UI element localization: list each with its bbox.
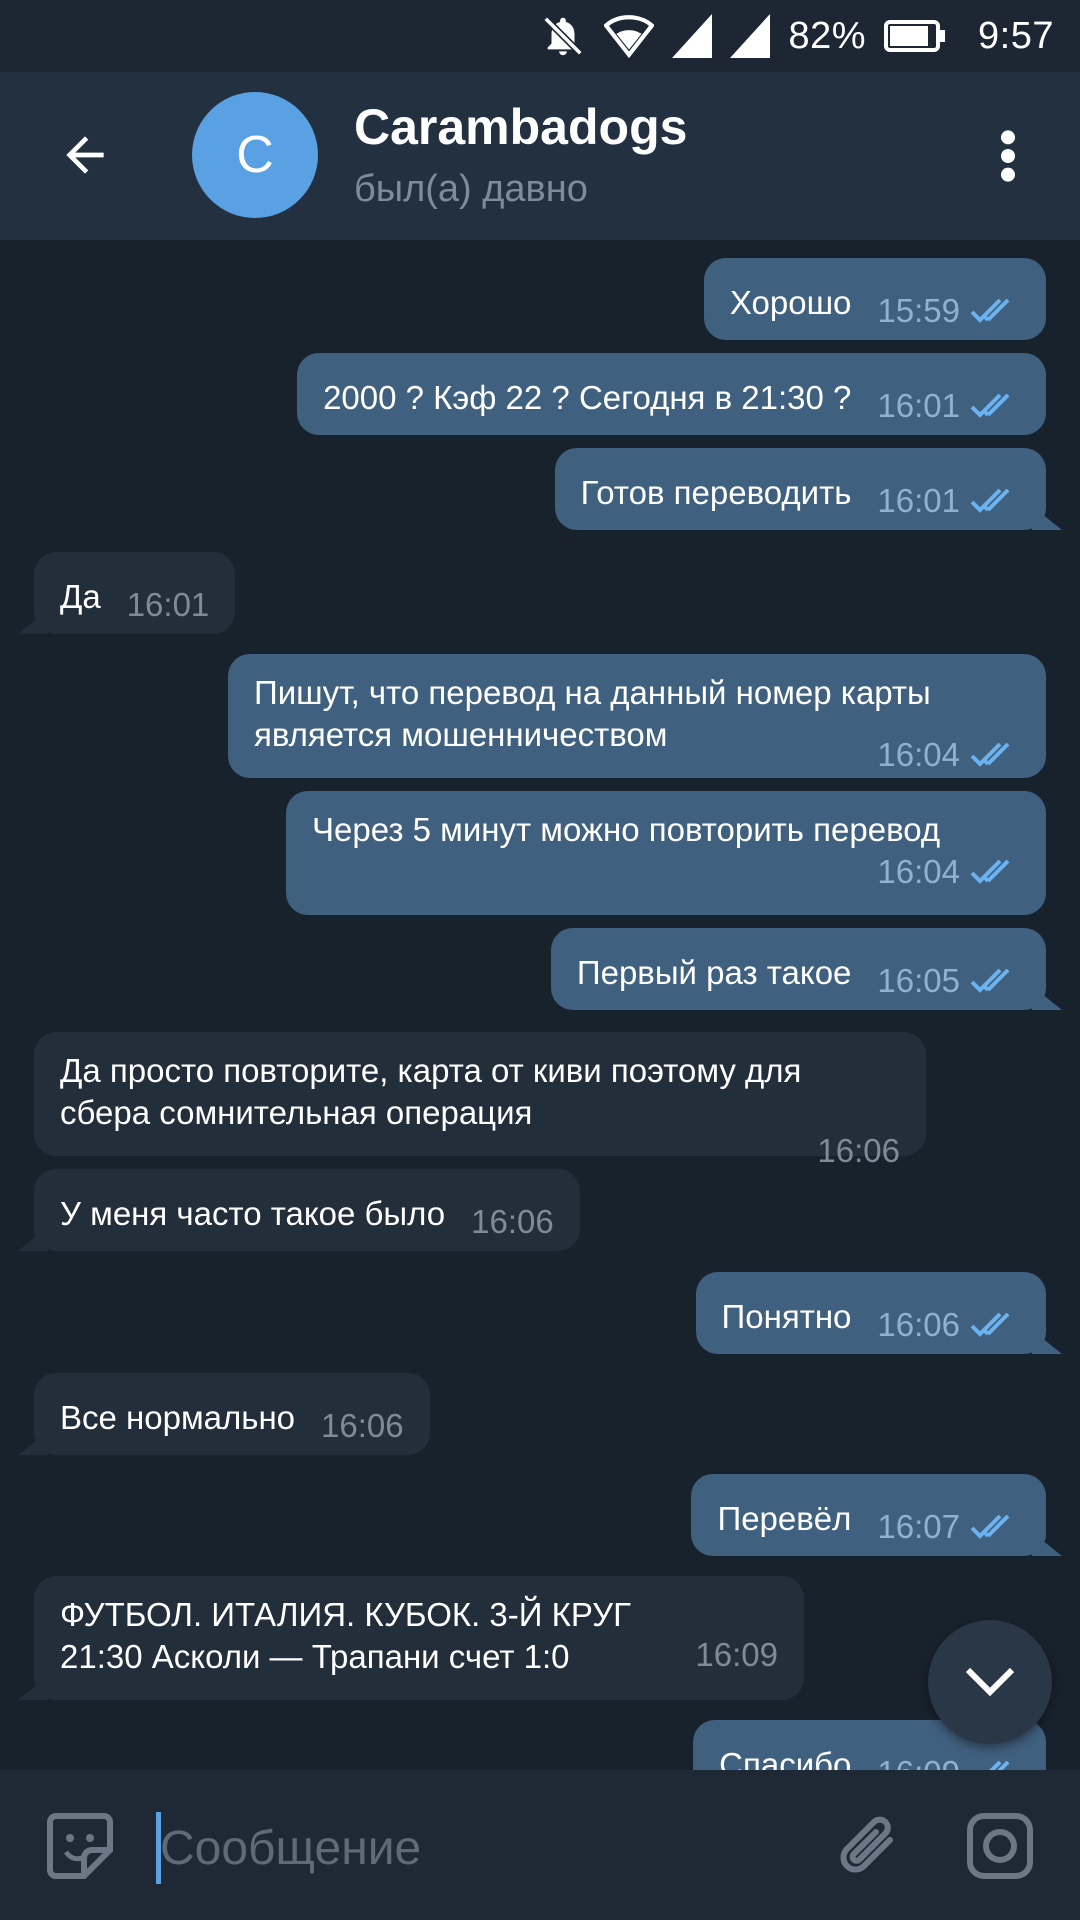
chat-status: был(а) давно <box>354 168 588 210</box>
double-check-icon <box>970 393 1010 418</box>
message-text: Готов переводить <box>580 474 852 511</box>
message-time: 16:09 <box>695 1636 778 1673</box>
message-text: Спасибо <box>719 1746 852 1770</box>
message-time: 16:06 <box>817 1132 900 1169</box>
more-vert-icon <box>1001 130 1015 182</box>
double-check-icon <box>970 968 1010 993</box>
message-text: Хорошо <box>729 284 852 321</box>
wifi-icon <box>604 13 655 59</box>
signal-icon-2 <box>730 13 771 59</box>
message-bubble[interactable]: Все нормально 16:06 <box>18 1373 430 1455</box>
message-time: 16:04 <box>877 853 960 890</box>
sticker-icon <box>47 1813 113 1879</box>
message-input-bar <box>0 1770 1080 1920</box>
message-bubble[interactable]: 2000 ? Кэф 22 ? Сегодня в 21:30 ? 16:01 <box>297 353 1046 435</box>
message-time: 16:07 <box>877 1508 960 1545</box>
message-text: Да <box>60 578 101 615</box>
clock: 9:57 <box>978 14 1054 57</box>
message-input[interactable] <box>160 1812 800 1884</box>
message-time: 16:06 <box>471 1203 554 1240</box>
message-bubble[interactable]: Да 16:01 <box>18 552 236 634</box>
message-time: 16:01 <box>126 586 210 623</box>
message-time: 16:06 <box>321 1407 404 1444</box>
camera-icon <box>967 1813 1033 1879</box>
message-time: 15:59 <box>877 292 960 329</box>
emoji-button[interactable] <box>44 1810 116 1882</box>
message-time: 16:06 <box>877 1306 960 1343</box>
message-bubble[interactable]: Понятно 16:06 <box>695 1272 1062 1354</box>
chat-header: C Carambadogs был(а) давно <box>0 72 1080 240</box>
status-bar: 82% 9:57 <box>0 0 1080 72</box>
message-bubble[interactable]: Хорошо 15:59 <box>703 258 1046 340</box>
double-check-icon <box>989 1760 1010 1770</box>
battery-percent: 82% <box>788 14 867 57</box>
message-bubble[interactable]: Через 5 минут можно повторить перевод 16… <box>286 791 1046 915</box>
message-bubble[interactable]: У меня часто такое было 16:06 <box>18 1169 580 1251</box>
signal-icon <box>672 13 713 59</box>
double-check-icon <box>970 859 1010 884</box>
message-text: Перевёл <box>717 1500 852 1537</box>
double-check-icon <box>970 742 1010 767</box>
arrow-left-icon <box>66 136 104 174</box>
message-list[interactable]: Хорошо 15:59 2000 ? Кэф 22 ? Сегодня в 2… <box>0 240 1080 1770</box>
chat-title[interactable]: Carambadogs <box>354 98 687 156</box>
message-time: 16:01 <box>877 387 960 424</box>
back-button[interactable] <box>50 120 120 190</box>
scroll-down-button[interactable] <box>928 1620 1052 1744</box>
more-options-button[interactable] <box>980 120 1036 192</box>
message-bubble[interactable]: Перевёл 16:07 <box>691 1474 1062 1556</box>
message-text: Первый раз такое <box>576 954 852 991</box>
double-check-icon <box>970 488 1010 513</box>
attach-button[interactable] <box>830 1808 910 1888</box>
avatar-letter: C <box>236 126 274 184</box>
chevron-down-icon <box>965 1667 1015 1697</box>
message-text: Через 5 минут можно повторить перевод <box>312 811 941 848</box>
message-bubble[interactable]: Готов переводить 16:01 <box>554 448 1062 530</box>
avatar[interactable]: C <box>192 92 318 218</box>
notifications-off-icon <box>540 13 586 59</box>
message-bubble[interactable]: Да просто повторите, карта от киви поэто… <box>34 1032 926 1169</box>
message-text: Все нормально <box>60 1399 296 1436</box>
message-time: 16:01 <box>877 482 960 519</box>
message-time: 16:09 <box>877 1754 960 1770</box>
message-time: 16:05 <box>877 962 960 999</box>
double-check-icon <box>970 1312 1010 1337</box>
message-bubble[interactable]: Первый раз такое 16:05 <box>550 928 1062 1010</box>
battery-icon <box>884 20 946 52</box>
double-check-icon <box>970 1514 1010 1539</box>
double-check-icon <box>970 298 1010 323</box>
message-text: Да просто повторите, карта от киви поэто… <box>60 1052 802 1131</box>
message-bubble[interactable]: ФУТБОЛ. ИТАЛИЯ. КУБОК. 3-Й КРУГ 21:30 Ас… <box>18 1576 804 1700</box>
camera-button[interactable] <box>964 1810 1036 1882</box>
message-bubble[interactable]: Пишут, что перевод на данный номер карты… <box>228 654 1046 778</box>
message-time: 16:04 <box>877 736 960 773</box>
message-text: Понятно <box>721 1298 852 1335</box>
message-text: 2000 ? Кэф 22 ? Сегодня в 21:30 ? <box>323 379 852 416</box>
message-text: У меня часто такое было <box>60 1195 446 1232</box>
paperclip-icon <box>840 1816 893 1873</box>
